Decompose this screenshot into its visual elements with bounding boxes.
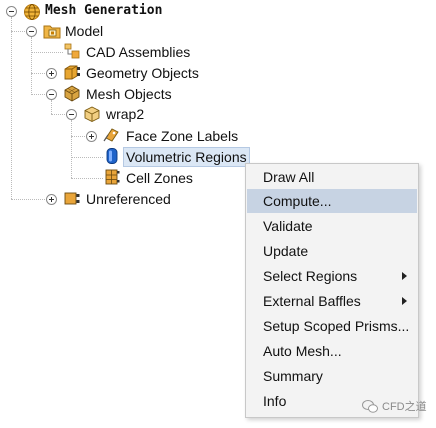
collapse-toggle-root[interactable]	[6, 6, 17, 17]
tree-connector	[31, 52, 63, 53]
menu-item-label: Draw All	[263, 169, 315, 185]
tree-root-label[interactable]: Mesh Generation	[45, 1, 162, 21]
menu-item-auto-mesh[interactable]: Auto Mesh...	[247, 339, 417, 363]
menu-item-label: Update	[263, 243, 309, 259]
tree-connector	[31, 94, 45, 95]
menu-item-update[interactable]: Update	[247, 239, 417, 263]
submenu-arrow-icon	[402, 297, 407, 305]
menu-item-summary[interactable]: Summary	[247, 364, 417, 388]
expand-toggle-geometry[interactable]	[46, 68, 57, 79]
tree-cell-zones-label[interactable]: Cell Zones	[126, 168, 193, 188]
tree-volumetric-label[interactable]: Volumetric Regions	[123, 147, 250, 167]
box-object-icon	[84, 106, 100, 123]
tree-connector	[51, 114, 65, 115]
unreferenced-icon	[64, 192, 80, 205]
model-folder-icon	[43, 25, 61, 39]
globe-icon	[24, 4, 40, 20]
submenu-arrow-icon	[402, 272, 407, 280]
tree-connector	[71, 178, 103, 179]
expand-toggle-face-zone[interactable]	[86, 131, 97, 142]
tree-connector	[71, 120, 72, 178]
tree-connector	[11, 199, 45, 200]
collapse-toggle-wrap2[interactable]	[66, 109, 77, 120]
tree-connector	[71, 157, 103, 158]
watermark: CFD之道	[362, 398, 427, 414]
cell-zones-icon	[105, 169, 120, 185]
menu-item-label: Setup Scoped Prisms...	[263, 318, 410, 334]
menu-item-label: External Baffles	[263, 293, 361, 309]
menu-item-validate[interactable]: Validate	[247, 214, 417, 238]
tree-connector	[11, 17, 12, 199]
tree-connector	[31, 73, 45, 74]
tree-model-label[interactable]: Model	[65, 21, 103, 41]
tree-mesh-objects-label[interactable]: Mesh Objects	[86, 84, 172, 104]
cad-assemblies-icon	[64, 43, 80, 59]
menu-item-setup-scoped-prisms[interactable]: Setup Scoped Prisms...	[247, 314, 417, 338]
watermark-text: CFD之道	[382, 401, 427, 413]
expand-toggle-unreferenced[interactable]	[46, 194, 57, 205]
tree-face-zone-label[interactable]: Face Zone Labels	[126, 126, 238, 146]
tree-cad-label[interactable]: CAD Assemblies	[86, 42, 190, 62]
menu-item-draw-all[interactable]: Draw All	[247, 165, 417, 189]
tree-unreferenced-label[interactable]: Unreferenced	[86, 189, 171, 209]
tree-connector	[51, 100, 52, 114]
tree-wrap2-label[interactable]: wrap2	[106, 104, 144, 124]
menu-item-select-regions[interactable]: Select Regions	[247, 264, 417, 288]
tree-connector	[71, 136, 85, 137]
context-menu: Draw All Compute... Validate Update Sele…	[245, 163, 419, 418]
collapse-toggle-mesh-objects[interactable]	[46, 89, 57, 100]
menu-item-compute[interactable]: Compute...	[247, 189, 417, 213]
mesh-objects-icon	[64, 85, 80, 102]
tree-geometry-label[interactable]: Geometry Objects	[86, 63, 199, 83]
collapse-toggle-model[interactable]	[26, 26, 37, 37]
volumetric-regions-icon	[106, 148, 118, 164]
menu-item-label: Info	[263, 393, 287, 409]
geometry-objects-icon	[64, 65, 80, 80]
menu-item-external-baffles[interactable]: External Baffles	[247, 289, 417, 313]
tree-connector	[31, 37, 32, 95]
menu-item-label: Summary	[263, 368, 323, 384]
menu-item-label: Validate	[263, 218, 313, 234]
wechat-logo-icon	[362, 399, 378, 413]
menu-item-label: Compute...	[263, 193, 332, 209]
menu-item-label: Auto Mesh...	[263, 343, 342, 359]
menu-item-label: Select Regions	[263, 268, 358, 284]
face-zone-labels-icon	[103, 128, 119, 142]
